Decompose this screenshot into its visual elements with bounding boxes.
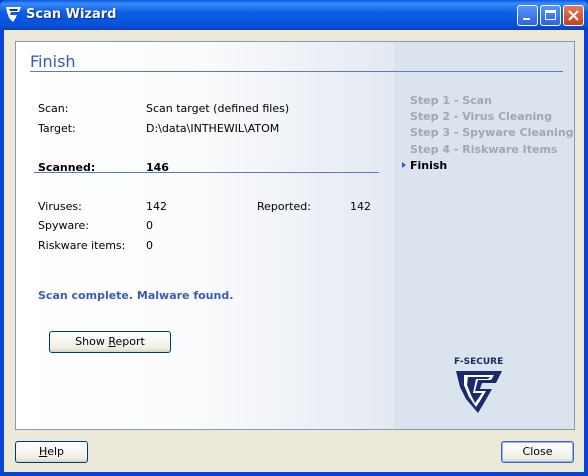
window-title: Scan Wizard bbox=[26, 7, 117, 22]
viruses-value: 142 bbox=[146, 200, 167, 213]
fsecure-logo-icon bbox=[456, 371, 502, 413]
current-step-arrow-icon bbox=[402, 162, 406, 168]
steps-pane: Step 1 - Scan Step 2 - Virus Cleaning St… bbox=[394, 42, 574, 429]
show-report-accesskey: R bbox=[108, 335, 116, 348]
fsecure-app-icon bbox=[6, 7, 21, 22]
spyware-value: 0 bbox=[146, 219, 153, 232]
step-finish: Finish bbox=[402, 159, 448, 172]
show-report-button[interactable]: Show Report bbox=[49, 331, 171, 353]
show-report-label-rest: eport bbox=[115, 335, 145, 348]
title-divider bbox=[30, 71, 563, 72]
target-label: Target: bbox=[38, 122, 76, 135]
help-accesskey: H bbox=[38, 445, 48, 458]
minimize-icon bbox=[523, 18, 530, 20]
spyware-label: Spyware: bbox=[38, 219, 89, 232]
close-window-button[interactable] bbox=[563, 5, 584, 26]
minimize-button[interactable] bbox=[517, 5, 538, 26]
riskware-value: 0 bbox=[146, 239, 153, 252]
viruses-label: Viruses: bbox=[38, 200, 82, 213]
reported-label: Reported: bbox=[257, 200, 311, 213]
step-finish-label: Finish bbox=[410, 159, 448, 172]
help-label: elp bbox=[47, 445, 65, 458]
help-button[interactable]: Help bbox=[15, 441, 88, 463]
wizard-panel: Scan: Scan target (defined files) Target… bbox=[15, 41, 575, 430]
results-pane: Scan: Scan target (defined files) Target… bbox=[16, 42, 394, 429]
step-1: Step 1 - Scan bbox=[410, 94, 492, 107]
close-button[interactable]: Close bbox=[501, 441, 574, 463]
step-2: Step 2 - Virus Cleaning bbox=[410, 110, 552, 123]
client-area: Scan: Scan target (defined files) Target… bbox=[4, 30, 584, 472]
scan-label: Scan: bbox=[38, 102, 69, 115]
step-3: Step 3 - Spyware Cleaning bbox=[410, 126, 574, 139]
logo-text: F-SECURE bbox=[454, 357, 504, 367]
wizard-window: Scan Wizard Scan: Scan target (defined f… bbox=[0, 0, 588, 476]
show-report-label: Show bbox=[75, 335, 109, 348]
riskware-label: Riskware items: bbox=[38, 239, 126, 252]
page-title: Finish bbox=[30, 52, 76, 71]
target-value: D:\data\INTHEWIL\ATOM bbox=[146, 122, 280, 135]
divider bbox=[34, 172, 379, 173]
scan-value: Scan target (defined files) bbox=[146, 102, 290, 115]
title-bar[interactable]: Scan Wizard bbox=[0, 0, 588, 30]
close-icon bbox=[568, 10, 579, 21]
step-4: Step 4 - Riskware Items bbox=[410, 143, 558, 156]
status-message: Scan complete. Malware found. bbox=[38, 289, 234, 302]
maximize-button[interactable] bbox=[540, 5, 561, 26]
reported-value: 142 bbox=[350, 200, 371, 213]
maximize-icon bbox=[545, 10, 556, 20]
